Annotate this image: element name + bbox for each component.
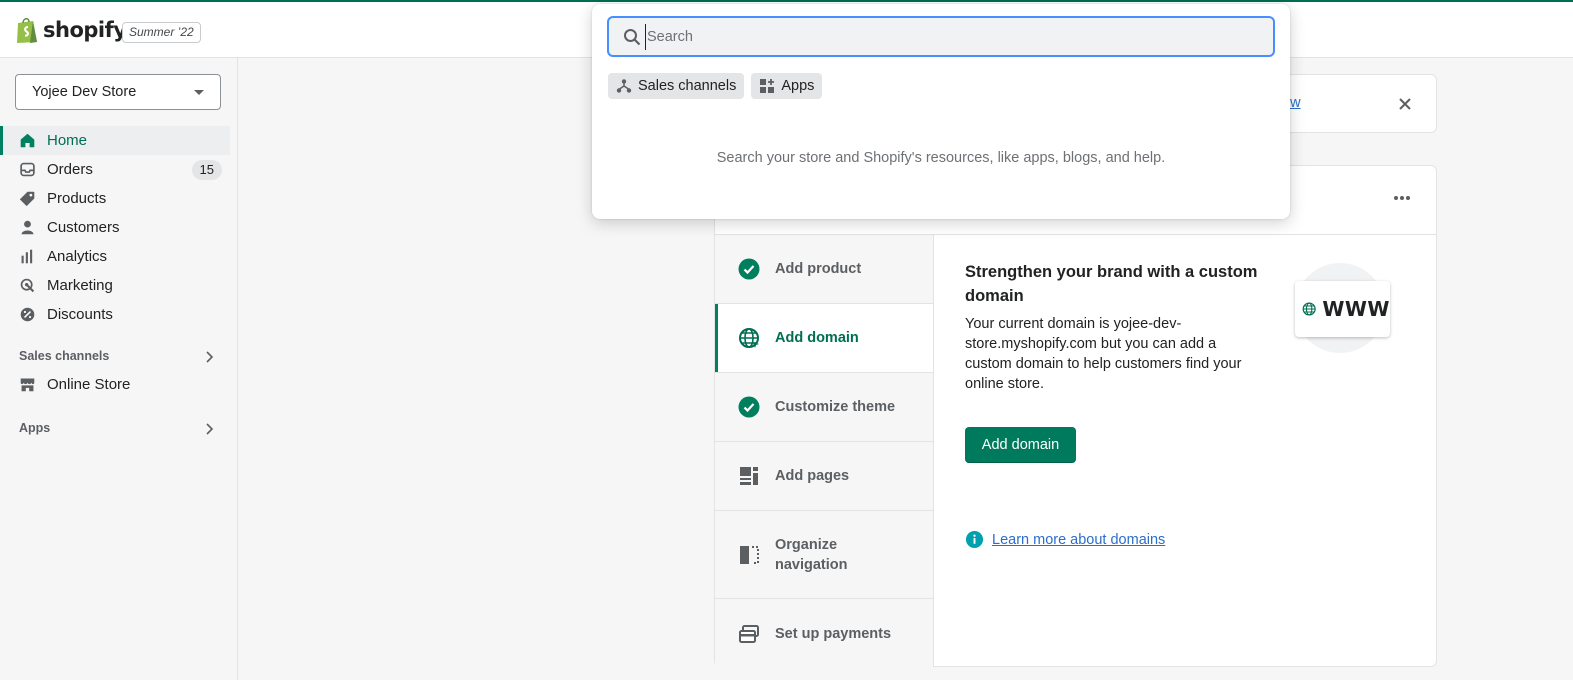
- nav-item-online-store[interactable]: Online Store: [0, 370, 230, 399]
- tag-icon: [19, 191, 35, 207]
- step-add-domain[interactable]: Add domain: [715, 304, 933, 373]
- search-field[interactable]: [607, 16, 1275, 57]
- shopify-bag-icon: [17, 18, 37, 43]
- step-label: Customize theme: [775, 399, 896, 415]
- nav-item-customers[interactable]: Customers: [0, 213, 238, 242]
- online-store-wrap: Online Store: [0, 370, 230, 399]
- edition-badge: Summer ’22: [122, 22, 201, 43]
- nav-item-marketing[interactable]: Marketing: [0, 271, 238, 300]
- analytics-icon: [21, 249, 33, 264]
- store-selector[interactable]: Yojee Dev Store: [15, 74, 221, 110]
- section-heading-label: Sales channels: [19, 349, 110, 363]
- caret-down-icon: [194, 90, 204, 95]
- search-icon: [624, 29, 641, 46]
- more-horizontal-icon[interactable]: [1392, 192, 1412, 204]
- add-domain-button[interactable]: Add domain: [965, 427, 1076, 463]
- nav-item-products[interactable]: Products: [0, 184, 238, 213]
- sidebar: Yojee Dev Store Home Orders 15 Products …: [0, 58, 238, 680]
- sales-channels-icon: [616, 79, 632, 93]
- home-icon: [20, 133, 35, 148]
- chevron-right-icon: [206, 351, 214, 363]
- step-add-product[interactable]: Add product: [715, 235, 933, 304]
- apps-icon: [760, 79, 775, 93]
- nav-item-analytics[interactable]: Analytics: [0, 242, 238, 271]
- nav-label: Products: [47, 190, 107, 207]
- nav-item-orders[interactable]: Orders 15: [0, 155, 238, 184]
- chip-label: Sales channels: [638, 78, 737, 94]
- orders-icon: [20, 162, 35, 177]
- section-heading-label: Apps: [19, 421, 51, 435]
- illustration-text: WWW: [1322, 297, 1390, 321]
- setup-guide-card: Add product Add domain Customize theme A…: [714, 165, 1437, 668]
- step-organize-navigation[interactable]: Organize navigation: [715, 511, 933, 599]
- step-detail: Strengthen your brand with a custom doma…: [965, 260, 1265, 394]
- search-popover: Sales channels Apps Search your store an…: [592, 4, 1290, 219]
- nav-item-home[interactable]: Home: [0, 126, 230, 155]
- nav-label: Home: [47, 132, 88, 149]
- step-label: Organize navigation: [775, 536, 848, 573]
- nav-label: Orders: [47, 161, 93, 178]
- step-label: Add domain: [775, 330, 859, 346]
- payments-icon: [739, 624, 759, 643]
- discount-icon: [20, 307, 35, 322]
- chip-sales-channels[interactable]: Sales channels: [608, 73, 745, 99]
- nav-label: Analytics: [47, 248, 108, 265]
- step-customize-theme[interactable]: Customize theme: [715, 373, 933, 442]
- chip-label: Apps: [781, 78, 815, 94]
- search-input[interactable]: [645, 24, 1255, 50]
- shopify-logo[interactable]: shopify: [15, 16, 127, 44]
- nav-label: Customers: [47, 219, 120, 236]
- person-icon: [21, 220, 34, 235]
- marketing-icon: [20, 278, 35, 293]
- search-hint: Search your store and Shopify's resource…: [716, 150, 1166, 166]
- globe-icon: [739, 328, 759, 348]
- setup-steps: Add product Add domain Customize theme A…: [715, 235, 934, 668]
- detail-title: Strengthen your brand with a custom doma…: [965, 263, 1258, 305]
- step-label: Add product: [775, 261, 862, 277]
- navigation-icon: [740, 545, 759, 564]
- apps-heading[interactable]: Apps: [19, 421, 219, 439]
- check-circle-icon: [738, 396, 760, 418]
- main-nav: Home Orders 15 Products Customers Analyt…: [0, 126, 238, 329]
- learn-more-label: Learn more about domains: [992, 531, 1166, 548]
- pages-icon: [740, 467, 758, 485]
- nav-label: Online Store: [47, 376, 131, 393]
- sales-channels-heading[interactable]: Sales channels: [19, 349, 219, 367]
- store-icon: [20, 378, 35, 392]
- chevron-right-icon: [206, 423, 214, 435]
- domain-illustration: WWW: [1295, 281, 1390, 337]
- detail-body: Your current domain is yojee-dev-store.m…: [965, 316, 1242, 392]
- nav-label: Marketing: [47, 277, 113, 294]
- chip-apps[interactable]: Apps: [751, 73, 823, 99]
- nav-label: Discounts: [47, 306, 113, 323]
- step-label: Set up payments: [775, 625, 892, 642]
- step-label: Add pages: [775, 468, 850, 484]
- step-set-up-payments[interactable]: Set up payments: [715, 599, 933, 668]
- nav-item-discounts[interactable]: Discounts: [0, 300, 238, 329]
- learn-more-link[interactable]: Learn more about domains: [965, 530, 1165, 549]
- orders-count-badge: 15: [191, 160, 222, 180]
- step-add-pages[interactable]: Add pages: [715, 442, 933, 511]
- check-circle-icon: [738, 258, 760, 280]
- info-icon: [965, 530, 984, 549]
- globe-icon: [1302, 302, 1316, 316]
- close-icon[interactable]: [1396, 95, 1414, 113]
- store-name: Yojee Dev Store: [32, 84, 137, 100]
- brand-wordmark: shopify: [43, 18, 127, 42]
- search-filter-chips: Sales channels Apps: [608, 73, 823, 99]
